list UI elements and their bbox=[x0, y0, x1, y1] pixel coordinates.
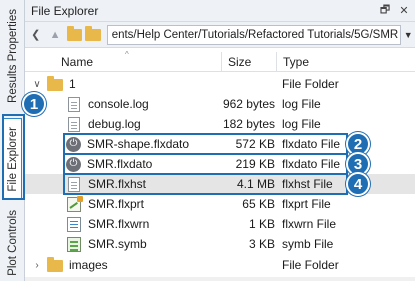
list-item[interactable]: console.log 962 bytes log File bbox=[25, 94, 415, 114]
up-arrow-icon[interactable]: ▲ bbox=[46, 25, 63, 45]
list-item[interactable]: ∨ 1 File Folder bbox=[25, 74, 415, 94]
chevron-down-icon[interactable]: ▼ bbox=[401, 30, 415, 40]
tab-plot-controls[interactable]: Plot Controls bbox=[3, 204, 22, 281]
item-size bbox=[223, 255, 275, 275]
item-name: images bbox=[69, 258, 108, 272]
list-item[interactable]: debug.log 182 bytes log File bbox=[25, 114, 415, 134]
document-icon bbox=[68, 96, 80, 112]
item-type: log File bbox=[282, 97, 321, 111]
address-toolbar: ❮ ▲ ents/Help Center/Tutorials/Refactore… bbox=[25, 22, 415, 48]
panel-title: File Explorer bbox=[31, 3, 99, 18]
list-item[interactable]: SMR.flxwrn 1 KB flxwrn File bbox=[25, 214, 415, 234]
column-name[interactable]: Name bbox=[25, 52, 222, 72]
script-file-icon bbox=[67, 216, 81, 232]
folder-icon bbox=[47, 76, 63, 91]
tab-results-properties[interactable]: Results Properties bbox=[3, 2, 22, 110]
item-type: File Folder bbox=[282, 77, 339, 91]
item-size: 65 KB bbox=[242, 197, 275, 211]
close-icon[interactable]: ✕ bbox=[396, 4, 412, 17]
panel-titlebar: File Explorer 🗗 ✕ bbox=[25, 0, 415, 22]
item-name: console.log bbox=[88, 97, 149, 111]
item-size: 962 bytes bbox=[222, 97, 275, 111]
float-window-icon[interactable]: 🗗 bbox=[377, 1, 393, 20]
document-icon bbox=[68, 116, 80, 132]
list-item[interactable]: SMR.flxprt 65 KB flxprt File bbox=[25, 194, 415, 214]
list-item[interactable]: SMR.symb 3 KB symb File bbox=[25, 234, 415, 254]
expand-chevron-icon[interactable]: › bbox=[31, 255, 43, 275]
item-name: debug.log bbox=[88, 117, 141, 131]
folder-icon[interactable] bbox=[85, 25, 101, 41]
highlight-box-smr-shape bbox=[63, 133, 348, 155]
item-size bbox=[223, 74, 275, 94]
item-type: flxprt File bbox=[282, 197, 331, 211]
highlight-box-file-explorer-tab bbox=[2, 114, 25, 200]
callout-badge-1: 1 bbox=[22, 92, 46, 116]
item-name: SMR.flxwrn bbox=[88, 217, 150, 231]
item-size: 182 bytes bbox=[222, 117, 275, 131]
item-name: 1 bbox=[69, 77, 76, 91]
address-field[interactable]: ents/Help Center/Tutorials/Refactored Tu… bbox=[106, 24, 402, 45]
tab-label: Plot Controls bbox=[6, 209, 19, 276]
new-folder-icon[interactable] bbox=[66, 25, 83, 41]
column-header: ^ Name Size Type bbox=[25, 50, 415, 72]
horizontal-scrollbar[interactable] bbox=[25, 277, 415, 281]
item-type: symb File bbox=[282, 237, 334, 251]
highlight-box-smr-flxhst bbox=[63, 173, 348, 195]
back-arrow-icon[interactable]: ❮ bbox=[27, 25, 44, 45]
address-path: ents/Help Center/Tutorials/Refactored Tu… bbox=[111, 28, 399, 41]
item-type: log File bbox=[282, 117, 321, 131]
collapse-chevron-icon[interactable]: ∨ bbox=[31, 74, 43, 94]
item-type: flxwrn File bbox=[282, 217, 337, 231]
item-name: SMR.symb bbox=[88, 237, 147, 251]
highlight-box-smr-flxdato bbox=[63, 153, 348, 175]
item-size: 3 KB bbox=[248, 237, 275, 251]
callout-badge-4: 4 bbox=[346, 172, 370, 196]
item-type: File Folder bbox=[282, 258, 339, 272]
folder-icon bbox=[47, 257, 63, 272]
plot-file-icon bbox=[67, 195, 83, 212]
item-name: SMR.flxprt bbox=[88, 197, 145, 211]
column-size[interactable]: Size bbox=[222, 52, 277, 72]
tab-label: Results Properties bbox=[6, 9, 19, 103]
list-item[interactable]: › images File Folder bbox=[25, 255, 415, 275]
item-size: 1 KB bbox=[248, 217, 275, 231]
symbol-file-icon bbox=[67, 236, 81, 252]
column-type[interactable]: Type bbox=[277, 52, 415, 72]
